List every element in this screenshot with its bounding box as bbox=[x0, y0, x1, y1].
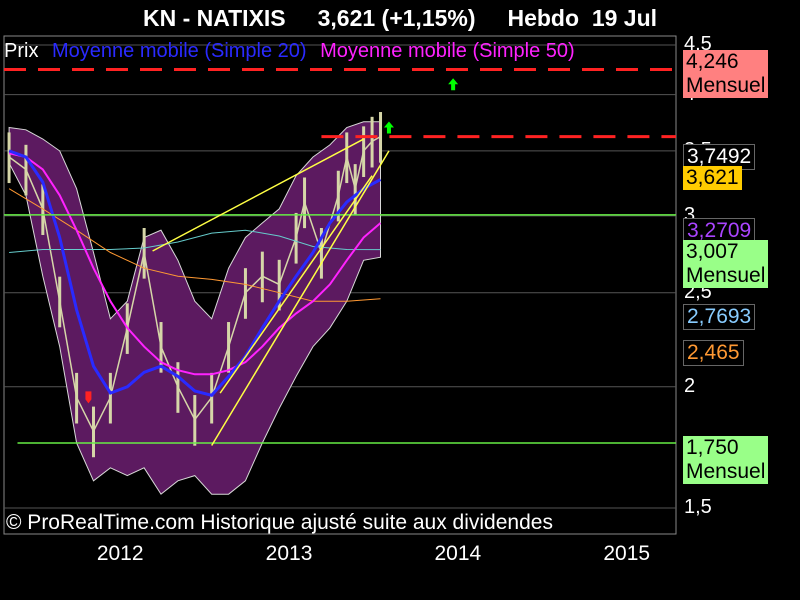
tag-1750: 1,750 Mensuel bbox=[683, 436, 769, 484]
tag-27693: 2,7693 bbox=[683, 304, 756, 330]
copyright-note: © ProRealTime.com Historique ajusté suit… bbox=[6, 511, 553, 534]
x-tick-label: 2012 bbox=[96, 542, 144, 565]
legend: Prix Moyenne mobile (Simple 20) Moyenne … bbox=[4, 40, 676, 63]
up-arrow-icon bbox=[383, 121, 394, 134]
legend-ma20: Moyenne mobile (Simple 20) bbox=[52, 40, 307, 62]
legend-prix: Prix bbox=[4, 40, 39, 62]
y-tick-label: 1,5 bbox=[684, 496, 712, 518]
up-arrow-icon bbox=[448, 78, 459, 91]
tag-4246: 4,246 Mensuel bbox=[683, 50, 769, 98]
tag-3621: 3,621 bbox=[683, 166, 742, 190]
plot-area bbox=[3, 35, 677, 535]
x-tick-label: 2013 bbox=[265, 542, 313, 565]
x-tick-label: 2015 bbox=[603, 542, 651, 565]
y-tick-label: 2 bbox=[684, 374, 696, 397]
chart-root: KN - NATIXIS 3,621 (+1,15%) Hebdo 19 Jul… bbox=[0, 0, 800, 600]
x-tick-label: 2014 bbox=[434, 542, 482, 565]
tag-3007: 3,007 Mensuel bbox=[683, 240, 769, 288]
tag-2465: 2,465 bbox=[683, 340, 744, 366]
legend-ma50: Moyenne mobile (Simple 50) bbox=[320, 40, 575, 62]
